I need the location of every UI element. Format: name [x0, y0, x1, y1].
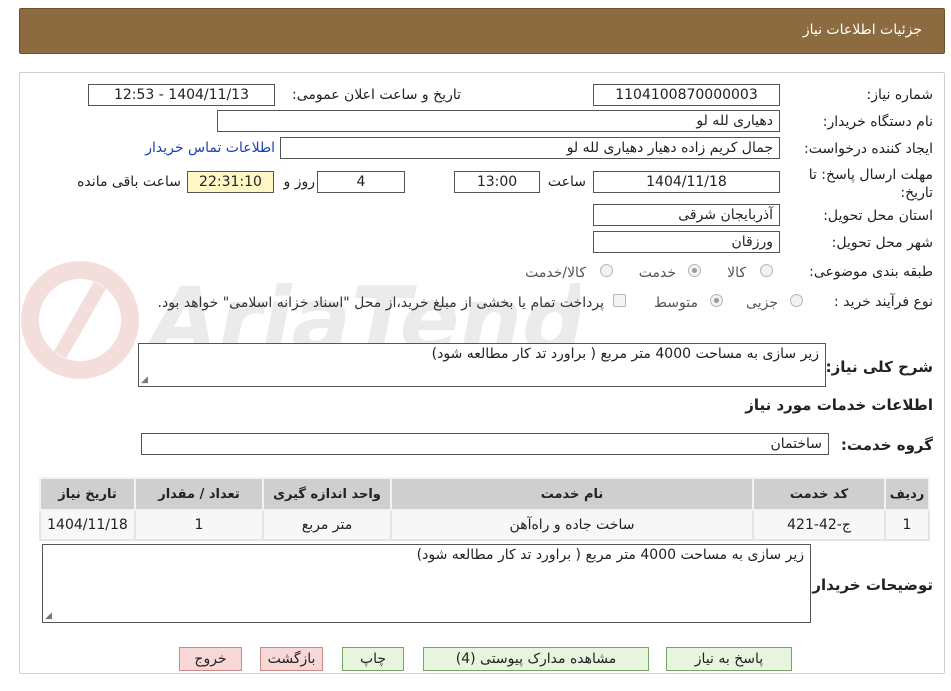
- deadline-label: مهلت ارسال پاسخ: تا: [808, 167, 933, 183]
- need-date-cell: 1404/11/18: [39, 509, 136, 541]
- page-title: جزئیات اطلاعات نیاز: [802, 22, 922, 38]
- province-field: آذربایجان شرقی: [593, 204, 780, 226]
- table-row: 1 ج-42-421 ساخت جاده و راه‌آهن متر مربع …: [39, 509, 930, 541]
- unit-cell: متر مربع: [262, 509, 392, 541]
- city-label: شهر محل تحویل:: [831, 235, 933, 251]
- treasury-payment-note: پرداخت تمام یا بخشی از مبلغ خرید،از محل …: [157, 295, 604, 311]
- process-option-minor: جزیی: [746, 295, 778, 311]
- general-desc-textarea[interactable]: زیر سازی به مساحت 4000 متر مربع ( براورد…: [138, 343, 826, 387]
- category-option-goods-service: کالا/خدمت: [525, 265, 586, 281]
- announce-label: تاریخ و ساعت اعلان عمومی:: [292, 87, 461, 103]
- process-radio-minor[interactable]: [790, 294, 803, 307]
- table-header-row: ردیف کد خدمت نام خدمت واحد اندازه گیری ت…: [39, 477, 930, 511]
- province-label: استان محل تحویل:: [823, 208, 933, 224]
- remaining-time-field: 22:31:10: [187, 171, 274, 193]
- view-attachments-button[interactable]: مشاهده مدارک پیوستی (4): [423, 647, 649, 671]
- service-name-cell: ساخت جاده و راه‌آهن: [390, 509, 754, 541]
- creator-label: ایجاد کننده درخواست:: [804, 141, 933, 157]
- reply-button[interactable]: پاسخ به نیاز: [666, 647, 792, 671]
- column-header: تعداد / مقدار: [134, 477, 264, 511]
- column-header: واحد اندازه گیری: [262, 477, 392, 511]
- back-button[interactable]: بازگشت: [260, 647, 323, 671]
- process-radio-medium[interactable]: [710, 294, 723, 307]
- column-header: تاریخ نیاز: [39, 477, 136, 511]
- category-radio-goods-service[interactable]: [600, 264, 613, 277]
- category-option-service: خدمت: [638, 265, 676, 281]
- remaining-label: ساعت باقی مانده: [77, 174, 181, 190]
- general-desc-text: زیر سازی به مساحت 4000 متر مربع ( براورد…: [431, 346, 819, 362]
- page-header: جزئیات اطلاعات نیاز: [19, 8, 945, 54]
- buyer-contact-link[interactable]: اطلاعات تماس خریدار: [145, 140, 275, 156]
- category-radio-goods[interactable]: [760, 264, 773, 277]
- resize-grip-icon[interactable]: ◢: [45, 611, 52, 621]
- treasury-payment-checkbox[interactable]: [613, 294, 626, 307]
- row-index-cell: 1: [884, 509, 930, 541]
- buyer-notes-label: توضیحات خریدار:: [806, 576, 933, 594]
- announce-field: 1404/11/13 - 12:53: [88, 84, 275, 106]
- service-group-field: ساختمان: [141, 433, 829, 455]
- column-header: نام خدمت: [390, 477, 754, 511]
- resize-grip-icon[interactable]: ◢: [141, 375, 148, 385]
- need-number-field: 1104100870000003: [593, 84, 780, 106]
- buyer-org-label: نام دستگاه خریدار:: [822, 114, 933, 130]
- services-section-title: اطلاعات خدمات مورد نیاز: [745, 396, 933, 414]
- deadline-time-field: 13:00: [454, 171, 540, 193]
- category-label: طبقه بندی موضوعی:: [809, 264, 933, 280]
- buyer-org-field: دهیاری لله لو: [217, 110, 780, 132]
- quantity-cell: 1: [134, 509, 264, 541]
- need-number-label: شماره نیاز:: [866, 87, 934, 103]
- service-code-cell: ج-42-421: [752, 509, 886, 541]
- process-label: نوع فرآیند خرید :: [834, 294, 933, 310]
- service-group-label: گروه خدمت:: [840, 436, 933, 454]
- services-table: ردیف کد خدمت نام خدمت واحد اندازه گیری ت…: [39, 477, 930, 541]
- buyer-notes-text: زیر سازی به مساحت 4000 متر مربع ( براورد…: [416, 547, 804, 563]
- category-radio-service[interactable]: [688, 264, 701, 277]
- days-label: روز و: [283, 174, 316, 190]
- deadline-label-2: تاریخ:: [900, 185, 933, 201]
- exit-button[interactable]: خروج: [179, 647, 242, 671]
- time-label: ساعت: [547, 174, 586, 190]
- category-option-goods: کالا: [727, 265, 746, 281]
- deadline-date-field: 1404/11/18: [593, 171, 780, 193]
- buyer-notes-textarea[interactable]: زیر سازی به مساحت 4000 متر مربع ( براورد…: [42, 544, 811, 623]
- process-option-medium: متوسط: [654, 295, 698, 311]
- creator-field: جمال کریم زاده دهیار دهیاری لله لو: [280, 137, 780, 159]
- city-field: ورزقان: [593, 231, 780, 253]
- print-button[interactable]: چاپ: [342, 647, 404, 671]
- days-field: 4: [317, 171, 405, 193]
- general-desc-label: شرح کلی نیاز:: [825, 358, 933, 376]
- column-header: ردیف: [884, 477, 930, 511]
- column-header: کد خدمت: [752, 477, 886, 511]
